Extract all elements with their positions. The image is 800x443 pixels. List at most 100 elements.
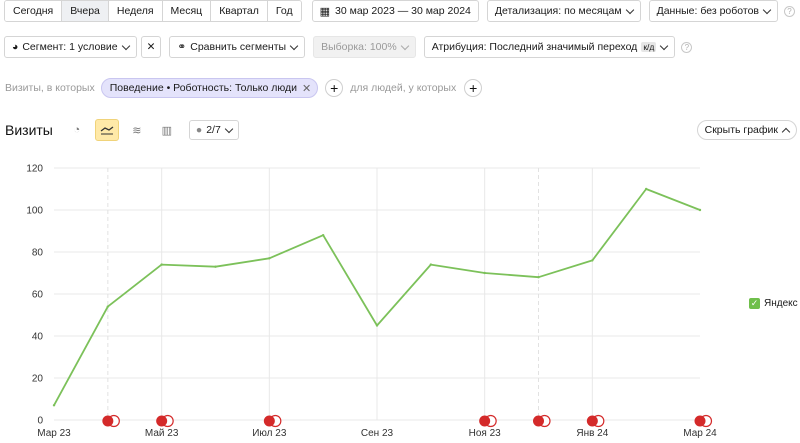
x-tick-label: Сен 23 bbox=[361, 428, 394, 439]
annotation-marker-back bbox=[538, 414, 551, 428]
segment-dropdown[interactable]: ◕ Сегмент: 1 условие bbox=[4, 36, 137, 58]
chevron-down-icon bbox=[224, 124, 234, 133]
chevron-down-icon bbox=[625, 5, 634, 14]
annotation-marker-back bbox=[269, 414, 282, 428]
data-point bbox=[429, 263, 433, 266]
plus-icon: + bbox=[330, 80, 339, 96]
legend-checkbox[interactable]: ✓ bbox=[749, 298, 760, 309]
data-point bbox=[52, 404, 56, 407]
y-tick-label: 80 bbox=[32, 248, 44, 259]
add-people-filter-button[interactable]: + bbox=[464, 79, 483, 97]
chevron-down-icon bbox=[121, 41, 130, 50]
period-today[interactable]: Сегодня bbox=[5, 1, 63, 21]
clear-segment-button[interactable]: ✕ bbox=[140, 36, 162, 58]
toolbar-row-2: ◕ Сегмент: 1 условие ✕ ⚭ Сравнить сегмен… bbox=[4, 36, 693, 58]
annotation-marker bbox=[156, 415, 168, 427]
chevron-down-icon bbox=[400, 41, 409, 50]
y-tick-label: 100 bbox=[26, 206, 43, 217]
filter-prefix: Визиты, в которых bbox=[5, 82, 95, 94]
legend-label: Яндекс bbox=[764, 298, 798, 309]
attribution-dropdown[interactable]: Атрибуция: Последний значимый переход к/… bbox=[423, 36, 676, 58]
annotation-marker-back bbox=[699, 414, 713, 428]
x-tick-label: Июл 23 bbox=[252, 428, 287, 439]
period-month[interactable]: Месяц bbox=[162, 1, 212, 21]
filter-suffix: для людей, у которых bbox=[350, 82, 457, 94]
series-line bbox=[53, 188, 701, 406]
annotation-marker bbox=[533, 415, 544, 427]
data-point bbox=[160, 263, 163, 266]
annotation-marker-back bbox=[107, 414, 120, 428]
date-range-button[interactable]: ▦ 30 мар 2023 — 30 мар 2024 bbox=[311, 0, 479, 22]
annotation-marker bbox=[694, 415, 706, 427]
sample-dropdown[interactable]: Выборка: 100% bbox=[313, 36, 416, 58]
annotation-marker bbox=[102, 415, 114, 427]
pie-chart-icon[interactable]: ◔ bbox=[65, 119, 89, 141]
detail-label: Детализация: по месяцам bbox=[494, 5, 622, 17]
add-filter-button[interactable]: + bbox=[325, 79, 344, 97]
data-point bbox=[375, 324, 379, 327]
x-tick-label: Май 23 bbox=[145, 428, 179, 439]
x-tick-label: Ноя 23 bbox=[469, 428, 502, 439]
data-point bbox=[644, 187, 648, 191]
annotation-marker-back bbox=[484, 414, 497, 428]
bar-chart-icon[interactable]: ▥ bbox=[155, 119, 179, 141]
data-point bbox=[214, 265, 217, 268]
hide-chart-button[interactable]: Скрыть график bbox=[696, 120, 797, 140]
help-icon[interactable]: ? bbox=[681, 41, 693, 53]
toolbar-row-1: Сегодня Вчера Неделя Месяц Квартал Год ▦… bbox=[4, 0, 795, 22]
compare-icon: ⚭ bbox=[177, 41, 187, 53]
x-tick-label: Мар 24 bbox=[683, 428, 717, 439]
pie-icon: ◕ bbox=[12, 41, 19, 53]
data-point bbox=[698, 208, 702, 212]
filter-chip-label: Поведение • Роботность: Только люди bbox=[109, 82, 298, 94]
compare-label: Сравнить сегменты bbox=[190, 41, 287, 53]
annotation-marker bbox=[479, 415, 491, 427]
close-icon[interactable]: ✕ bbox=[302, 82, 311, 95]
close-icon: ✕ bbox=[146, 41, 156, 53]
y-tick-label: 0 bbox=[37, 416, 43, 427]
chevron-down-icon bbox=[762, 5, 772, 14]
annotation-marker bbox=[263, 415, 275, 427]
sample-label: Выборка: 100% bbox=[321, 41, 397, 53]
annotations-dropdown[interactable]: ● 2/7 bbox=[188, 120, 239, 140]
y-tick-label: 40 bbox=[32, 332, 44, 343]
annotation-marker bbox=[586, 415, 598, 427]
period-yesterday[interactable]: Вчера bbox=[62, 1, 109, 21]
attribution-label: Атрибуция: Последний значимый переход bbox=[431, 41, 638, 53]
period-year[interactable]: Год bbox=[267, 1, 301, 21]
filter-chip[interactable]: Поведение • Роботность: Только люди ✕ bbox=[100, 78, 319, 98]
data-filter-dropdown[interactable]: Данные: без роботов bbox=[648, 0, 778, 22]
visits-chart: 0 20 40 60 80 100 120 Мар 23 Май 23 Июл 23 Сен 23 Н… bbox=[26, 164, 717, 440]
line-chart-icon[interactable] bbox=[94, 119, 119, 141]
compare-segments-dropdown[interactable]: ⚭ Сравнить сегменты bbox=[169, 36, 306, 58]
line-chart-glyph bbox=[100, 126, 114, 135]
detail-dropdown[interactable]: Детализация: по месяцам bbox=[486, 0, 641, 22]
annotation-marker-back bbox=[161, 414, 174, 428]
plus-icon: + bbox=[469, 80, 478, 96]
y-tick-label: 20 bbox=[32, 374, 44, 385]
attribution-badge: к/д bbox=[641, 42, 657, 52]
y-tick-label: 60 bbox=[32, 290, 44, 301]
x-tick-label: Мар 23 bbox=[37, 428, 71, 439]
help-icon[interactable]: ? bbox=[784, 5, 795, 17]
period-week[interactable]: Неделя bbox=[108, 1, 163, 21]
y-tick-label: 120 bbox=[26, 164, 43, 175]
annotations-count: 2/7 bbox=[206, 124, 221, 136]
period-selector: Сегодня Вчера Неделя Месяц Квартал Год bbox=[4, 0, 302, 22]
period-quarter[interactable]: Квартал bbox=[211, 1, 268, 21]
filter-row: Визиты, в которых Поведение • Роботность… bbox=[5, 78, 483, 98]
chevron-down-icon bbox=[660, 41, 669, 50]
hide-chart-label: Скрыть график bbox=[704, 124, 778, 136]
segment-label: Сегмент: 1 условие bbox=[22, 41, 118, 53]
data-point bbox=[321, 234, 325, 237]
chevron-down-icon bbox=[289, 41, 299, 50]
x-tick-label: Янв 24 bbox=[576, 428, 608, 439]
stacked-area-icon[interactable]: ≋ bbox=[125, 119, 149, 141]
data-point bbox=[268, 257, 271, 260]
date-range-label: 30 мар 2023 — 30 мар 2024 bbox=[335, 5, 471, 17]
data-point bbox=[537, 276, 540, 279]
data-filter-label: Данные: без роботов bbox=[656, 5, 759, 17]
data-point bbox=[483, 271, 486, 275]
chevron-up-icon bbox=[781, 127, 791, 136]
chart-title: Визиты bbox=[5, 122, 53, 138]
